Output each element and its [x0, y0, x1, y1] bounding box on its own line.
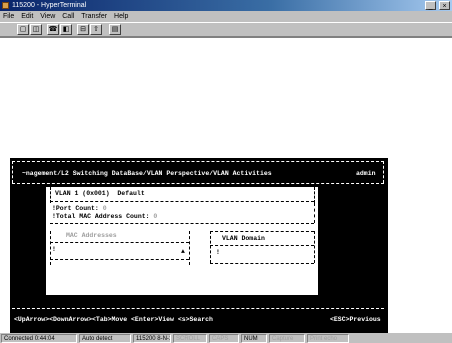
vlan-right-edge	[314, 187, 315, 203]
header-bottom-border	[12, 183, 384, 184]
total-mac-value: 0	[153, 213, 158, 220]
status-scroll: SCROLL	[173, 334, 207, 343]
footer-esc-hint: <ESC>Previous	[330, 316, 381, 323]
vlan-domain-bottom	[210, 263, 314, 264]
scroll-indicator: ▲	[181, 248, 185, 255]
mac-box-bottom	[50, 259, 189, 260]
header-left-border	[12, 161, 13, 183]
status-capture: Capture	[269, 334, 305, 343]
menu-view[interactable]: View	[40, 11, 55, 22]
user-name: admin	[356, 170, 376, 177]
vlan-title: VLAN 1 (0x001) Default	[55, 190, 145, 197]
menu-help[interactable]: Help	[114, 11, 128, 22]
menu-edit[interactable]: Edit	[21, 11, 33, 22]
hyperterminal-icon	[2, 2, 9, 9]
vlan-domain-left	[210, 231, 211, 263]
menu-file[interactable]: File	[3, 11, 14, 22]
properties-icon[interactable]: ◧	[60, 24, 72, 35]
properties-dialog-icon[interactable]: ▤	[109, 24, 121, 35]
minimize-button[interactable]: _	[425, 1, 437, 10]
status-print-echo: Print echo	[307, 334, 349, 343]
vlan-left-edge	[50, 187, 51, 203]
window-title: 115200 - HyperTerminal	[12, 2, 87, 9]
open-icon[interactable]: ◫	[30, 24, 42, 35]
status-detect: Auto detect	[79, 334, 131, 343]
mac-list-cursor[interactable]: !	[52, 246, 56, 254]
vlan-panel: VLAN 1 (0x001) Default !Port Count: 0 !T…	[46, 187, 318, 295]
mac-header-divider	[50, 242, 189, 243]
close-button[interactable]: ×	[439, 1, 450, 10]
vlan-domain-cursor[interactable]: !	[216, 249, 220, 257]
vlan-domain-top	[210, 231, 314, 232]
footer-top-border	[12, 308, 384, 309]
info-divider	[50, 223, 314, 224]
port-count-row: !Port Count: 0	[52, 205, 107, 213]
status-bar: Connected 0:44:04 Auto detect 115200 8-N…	[0, 333, 452, 343]
terminal-screen: ~nagement/L2 Switching DataBase/VLAN Per…	[10, 158, 388, 333]
title-bar[interactable]: 115200 - HyperTerminal _ ×	[0, 0, 452, 11]
send-icon[interactable]: ⇧	[90, 24, 102, 35]
menu-transfer[interactable]: Transfer	[81, 11, 107, 22]
status-num: NUM	[241, 334, 267, 343]
new-icon[interactable]: ▢	[17, 24, 29, 35]
menu-call[interactable]: Call	[62, 11, 74, 22]
vlan-domain-right	[314, 231, 315, 263]
header-top-border	[12, 161, 384, 162]
vlan-domain-header: VLAN Domain	[222, 235, 265, 242]
disconnect-icon[interactable]: ⊟	[77, 24, 89, 35]
toolbar: ▢ ◫ ☎ ◧ ⊟ ⇧ ▤	[0, 22, 452, 37]
status-connected: Connected 0:44:04	[1, 334, 77, 343]
mac-box-right	[189, 231, 190, 265]
terminal-area[interactable]: ~nagement/L2 Switching DataBase/VLAN Per…	[0, 37, 452, 333]
menu-path: ~nagement/L2 Switching DataBase/VLAN Per…	[22, 170, 272, 177]
connect-icon[interactable]: ☎	[47, 24, 59, 35]
port-count-value: 0	[102, 205, 107, 212]
status-caps: CAPS	[209, 334, 239, 343]
vlan-title-divider	[50, 201, 314, 202]
mac-addresses-header: MAC Addresses	[66, 232, 117, 239]
port-count-label: !Port Count:	[52, 205, 103, 212]
menu-bar: File Edit View Call Transfer Help	[0, 11, 452, 22]
vlan-domain-divider	[210, 245, 314, 246]
footer-key-hints: <UpArrow><DownArrow><Tab>Move <Enter>Vie…	[14, 316, 213, 323]
header-right-border	[383, 161, 384, 183]
info-right-edge	[314, 203, 315, 223]
total-mac-row: !Total MAC Address Count: 0	[52, 213, 157, 221]
total-mac-label: !Total MAC Address Count:	[52, 213, 154, 220]
status-port-settings: 115200 8-N-1	[133, 334, 171, 343]
